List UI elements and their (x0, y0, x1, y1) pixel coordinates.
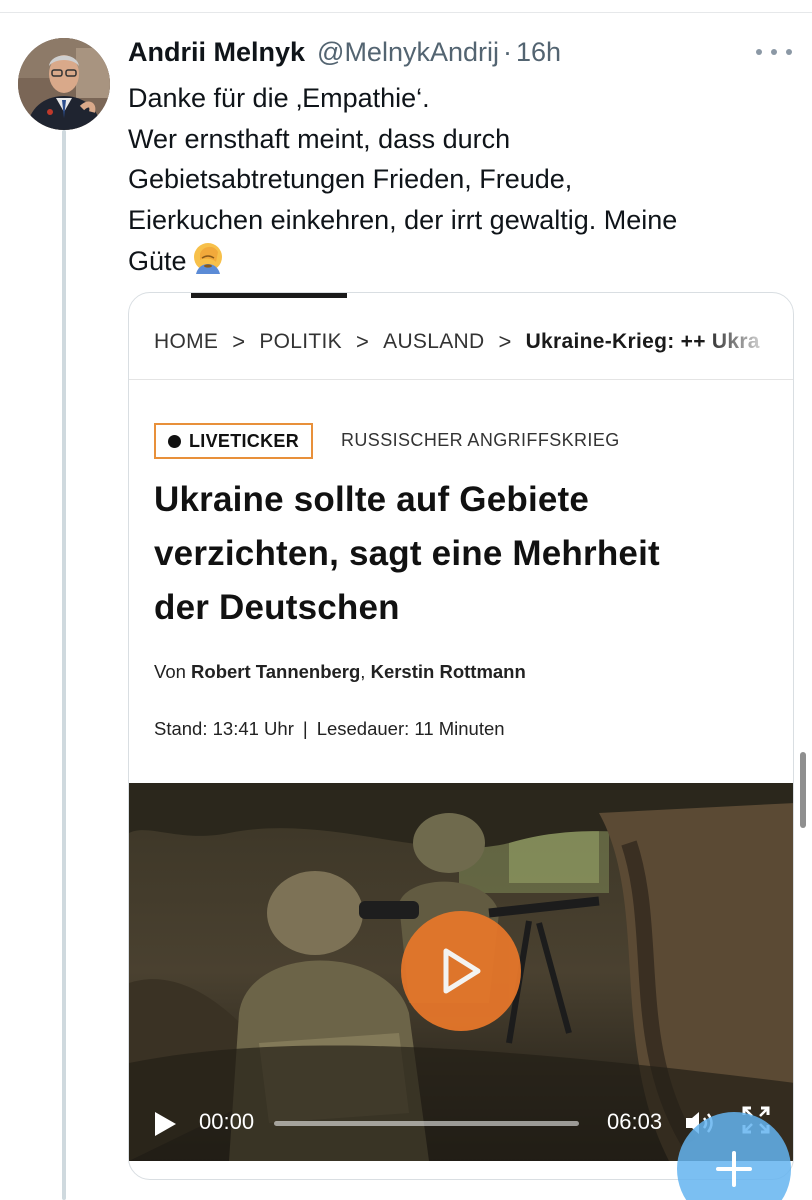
article-headline: Ukraine sollte auf Gebiete verzichten, s… (154, 473, 774, 635)
byline-author: Robert Tannenberg (191, 661, 361, 682)
liveticker-label: LIVETICKER (189, 430, 300, 451)
avatar[interactable] (18, 38, 110, 130)
header-separator: · (503, 36, 512, 67)
byline-prefix: Von (154, 661, 186, 682)
tweet-text-line-last: Güte (128, 240, 788, 288)
video-current-time: 00:00 (199, 1109, 255, 1134)
tweet-time[interactable]: 16h (516, 37, 561, 68)
breadcrumb-separator: > (232, 329, 246, 354)
more-dot-icon (786, 49, 792, 55)
scrollbar-thumb[interactable] (800, 752, 806, 828)
article-kicker: RUSSISCHER ANGRIFFSKRIEG (341, 430, 620, 450)
more-options-button[interactable] (756, 42, 792, 62)
tweet-text-line: Danke für die ‚Empathie‘. (128, 83, 430, 113)
tweet-text-line: Gebietsabtretungen Frieden, Freude, (128, 164, 573, 194)
tweet-text-line: Eierkuchen einkehren, der irrt gewaltig.… (128, 204, 678, 235)
article-byline: Von Robert Tannenberg, Kerstin Rottmann (154, 661, 526, 683)
video-player[interactable]: 00:00 06:03 (129, 783, 793, 1161)
headline-line: der Deutschen (154, 588, 400, 627)
play-icon (443, 948, 481, 994)
top-divider (0, 12, 812, 13)
breadcrumb-item-home: HOME (154, 330, 219, 353)
headline-line: Ukraine sollte auf Gebiete (154, 480, 590, 519)
byline-author: Kerstin Rottmann (370, 661, 526, 682)
meta-separator: | (302, 718, 308, 739)
facepalm-emoji-icon (190, 240, 226, 288)
tweet-text-word: Güte (128, 246, 187, 276)
video-progress-bar[interactable] (274, 1121, 579, 1126)
tweet-text: Danke für die ‚Empathie‘. Wer ernsthaft … (128, 78, 788, 288)
video-total-time: 06:03 (607, 1109, 663, 1134)
avatar-photo (18, 38, 110, 130)
article-meta: Stand: 13:41 Uhr | Lesedauer: 11 Minuten (154, 718, 505, 740)
live-dot-icon (168, 434, 181, 448)
breadcrumb-item-ausland: AUSLAND (383, 330, 485, 353)
thread-line (62, 130, 66, 1200)
more-dot-icon (771, 49, 777, 55)
breadcrumb: HOME > POLITIK > AUSLAND > Ukraine-Krieg… (154, 329, 760, 355)
byline-comma: , (360, 661, 366, 682)
breadcrumb-item-politik: POLITIK (259, 330, 342, 353)
plus-icon (716, 1151, 752, 1187)
video-play-overlay-button[interactable] (401, 911, 521, 1031)
more-dot-icon (756, 49, 762, 55)
article-reading-time: Lesedauer: 11 Minuten (316, 718, 505, 739)
tweet-text-line: Wer ernsthaft meint, dass durch (128, 123, 511, 154)
breadcrumb-separator: > (355, 329, 370, 354)
article-stand: Stand: 13:41 Uhr (154, 718, 294, 739)
breadcrumb-fade (703, 323, 793, 363)
tweet-header: Andrii Melnyk @MelnykAndrij · 16h (128, 32, 561, 72)
liveticker-badge: LIVETICKER (154, 423, 314, 459)
headline-line: verzichten, sagt eine Mehrheit (154, 534, 660, 573)
author-handle[interactable]: @MelnykAndrij (317, 37, 499, 68)
play-icon[interactable] (153, 1111, 177, 1137)
article-link-card[interactable]: HOME > POLITIK > AUSLAND > Ukraine-Krieg… (128, 292, 794, 1180)
author-name[interactable]: Andrii Melnyk (128, 37, 305, 68)
card-top-marker (191, 293, 347, 298)
breadcrumb-divider (129, 379, 793, 380)
breadcrumb-separator: > (498, 329, 512, 354)
